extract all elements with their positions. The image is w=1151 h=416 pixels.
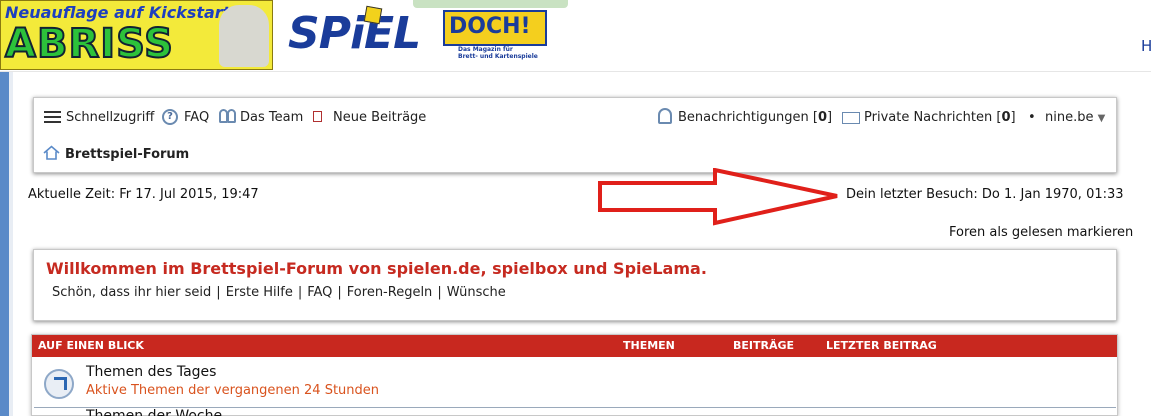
link-foren-regeln[interactable]: Foren-Regeln <box>347 285 433 300</box>
mark-forums-read-link[interactable]: Foren als gelesen markieren <box>949 225 1133 240</box>
header-topics: THEMEN <box>623 339 675 352</box>
forum-table-header <box>32 335 1117 357</box>
header-section: AUF EINEN BLICK <box>38 339 144 352</box>
logo-subtitle-line1: Das Magazin für <box>458 46 513 53</box>
site-logo-doch[interactable]: DOCH! <box>443 10 547 46</box>
private-messages-link[interactable]: Private Nachrichten [0] <box>864 110 1016 126</box>
bell-icon <box>658 108 672 124</box>
nav-bullet: • <box>1028 110 1036 125</box>
chevron-down-icon: ▼ <box>1097 113 1106 124</box>
separator: | <box>216 285 221 300</box>
dice-icon <box>363 5 383 25</box>
home-icon[interactable] <box>43 145 60 160</box>
header-posts: BEITRÄGE <box>733 339 795 352</box>
private-messages-label: Private Nachrichten <box>864 110 993 125</box>
left-accent-inner <box>9 72 13 416</box>
team-link[interactable]: Das Team <box>240 110 303 126</box>
document-icon <box>313 111 322 122</box>
notifications-label: Benachrichtigungen <box>678 110 809 125</box>
cut-off-text: H <box>1141 37 1151 55</box>
top-tab <box>413 0 568 8</box>
welcome-links: Schön, dass ihr hier seid | Erste Hilfe | FA… <box>52 285 506 300</box>
link-erste-hilfe[interactable]: Erste Hilfe <box>226 285 293 300</box>
separator: | <box>437 285 442 300</box>
username: nine.be <box>1045 110 1094 125</box>
mail-icon <box>842 112 860 124</box>
logo-subtitle: Das Magazin für Brett- und Kartenspiele <box>458 46 538 60</box>
last-visit: Dein letzter Besuch: Do 1. Jan 1970, 01:… <box>846 187 1124 202</box>
current-time: Aktuelle Zeit: Fr 17. Jul 2015, 19:47 <box>28 187 259 202</box>
link-faq[interactable]: FAQ <box>307 285 332 300</box>
new-posts-link[interactable]: Neue Beiträge <box>333 110 426 126</box>
kickstarter-ad-banner[interactable]: Neuauflage auf Kickstarter ABRISS <box>0 0 273 70</box>
quick-access-link[interactable]: Schnellzugriff <box>66 110 154 126</box>
faq-link[interactable]: FAQ <box>184 110 209 126</box>
separator: | <box>337 285 342 300</box>
header-divider <box>0 71 1151 72</box>
forum-row-title[interactable]: Themen der Woche <box>86 408 222 416</box>
logo-subtitle-line2: Brett- und Kartenspiele <box>458 53 538 60</box>
forum-row-description: Aktive Themen der vergangenen 24 Stunden <box>86 383 380 398</box>
forum-row-title[interactable]: Themen des Tages <box>86 364 216 380</box>
forum-link-icon <box>44 369 74 399</box>
site-logo-spiel[interactable]: SPiEL <box>288 6 421 62</box>
team-icon <box>219 109 237 125</box>
breadcrumb-home[interactable]: Brettspiel-Forum <box>65 147 189 162</box>
ad-character-image <box>219 5 269 67</box>
welcome-title: Willkommen im Brettspiel-Forum von spiel… <box>46 259 707 278</box>
ad-tagline: Neuauflage auf Kickstarter <box>5 3 250 22</box>
ad-title: ABRISS <box>4 20 174 68</box>
question-icon: ? <box>162 109 178 125</box>
left-accent-bar <box>0 72 9 416</box>
notifications-link[interactable]: Benachrichtigungen [0] <box>678 110 832 126</box>
welcome-intro: Schön, dass ihr hier seid <box>52 285 212 300</box>
notifications-count: 0 <box>818 110 828 125</box>
separator: | <box>297 285 303 300</box>
link-wuensche[interactable]: Wünsche <box>447 285 506 300</box>
hamburger-icon[interactable] <box>44 111 61 124</box>
user-menu[interactable]: nine.be ▼ <box>1045 110 1105 127</box>
private-messages-count: 0 <box>1001 110 1011 125</box>
header-last-post: LETZTER BEITRAG <box>826 339 937 352</box>
navbar-panel <box>33 97 1117 173</box>
red-arrow-annotation <box>598 168 838 226</box>
